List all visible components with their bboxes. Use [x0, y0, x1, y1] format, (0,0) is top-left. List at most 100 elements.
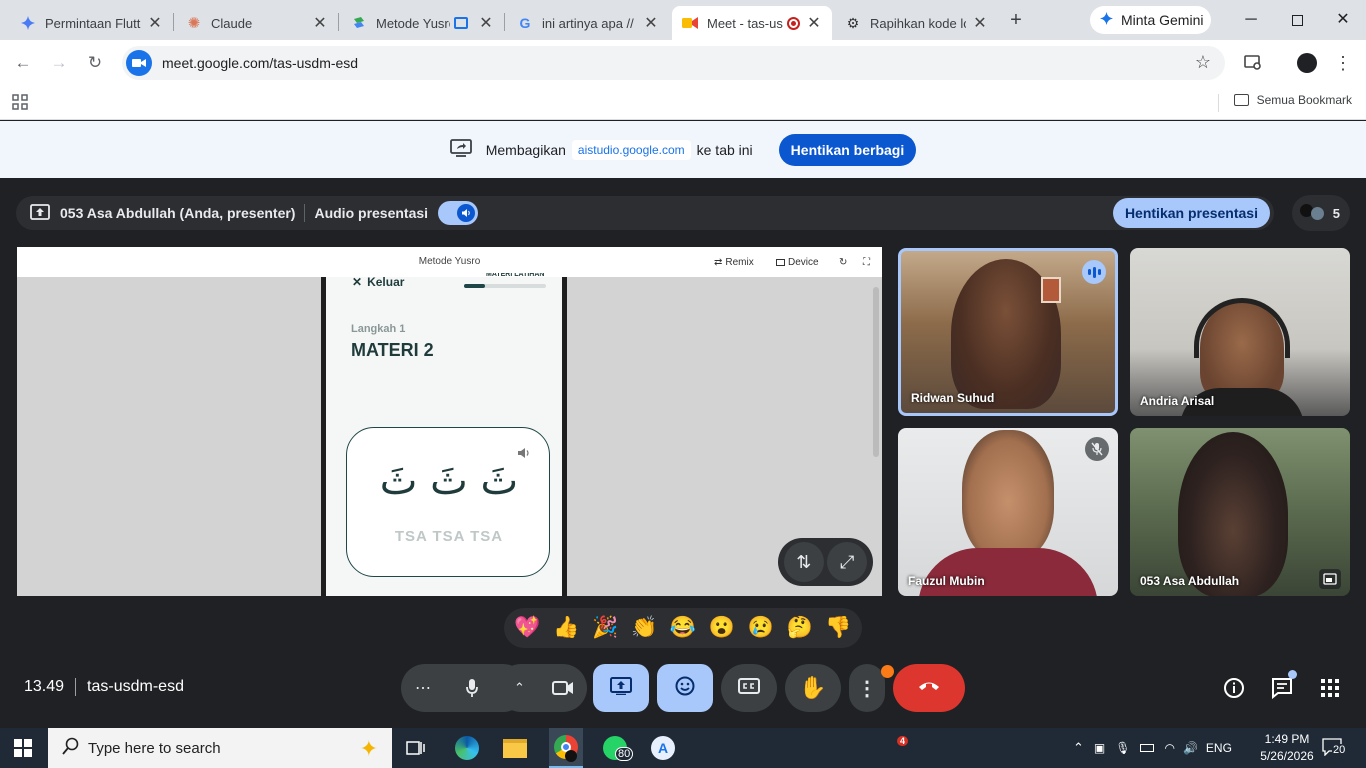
restore-icon[interactable]: [1285, 8, 1309, 32]
close-icon[interactable]: ✕: [147, 13, 163, 33]
leave-call-button[interactable]: [893, 664, 965, 712]
stop-presenting-button[interactable]: Hentikan presentasi: [1112, 198, 1270, 228]
activities-icon[interactable]: [1318, 676, 1342, 700]
reaction-thinking[interactable]: 🤔: [786, 616, 812, 640]
clock[interactable]: 1:49 PM 5/26/2026: [1257, 731, 1317, 765]
device-button[interactable]: Device: [771, 253, 824, 271]
close-icon[interactable]: ✕: [806, 13, 822, 33]
participant-video: [1178, 432, 1288, 596]
swap-layout-button[interactable]: ⇅: [783, 542, 824, 582]
scrollbar[interactable]: [873, 287, 879, 457]
participant-name: Andria Arisal: [1140, 394, 1215, 408]
screen-share-icon: [449, 139, 472, 160]
participants-button[interactable]: 5: [1292, 195, 1350, 231]
chat-icon[interactable]: [1270, 670, 1297, 700]
windows-start-icon[interactable]: [14, 739, 32, 762]
raise-hand-button[interactable]: ✋: [785, 664, 841, 712]
reactions-bar: 💖 👍 🎉 👏 😂 😮 😢 🤔 👎: [504, 608, 862, 648]
back-icon[interactable]: ←: [12, 52, 34, 74]
new-tab-button[interactable]: +: [1005, 9, 1027, 31]
tab-metode-yusro[interactable]: Metode Yusro ✕: [341, 6, 504, 40]
remix-button[interactable]: ⇄ Remix: [709, 253, 759, 271]
chatgpt-icon: ⚙: [846, 14, 860, 31]
reaction-sad[interactable]: 😢: [748, 616, 774, 640]
apps-grid-icon[interactable]: [12, 94, 28, 115]
bookmarks-bar: Semua Bookmark: [0, 86, 1366, 120]
bookmark-star-icon[interactable]: ☆: [1195, 52, 1211, 73]
search-highlight-icon: ✦: [359, 736, 378, 761]
close-icon[interactable]: ✕: [478, 13, 494, 33]
close-icon[interactable]: ✕: [643, 13, 659, 33]
file-explorer-icon[interactable]: [499, 732, 531, 764]
audio-presentation-toggle[interactable]: [438, 201, 479, 225]
remix-label: Remix: [725, 256, 754, 268]
tab-search-icon[interactable]: [1243, 53, 1263, 73]
participant-tile[interactable]: Ridwan Suhud: [898, 248, 1118, 416]
app-store-icon[interactable]: A: [647, 732, 679, 764]
audio-options-icon[interactable]: ⋯: [415, 678, 432, 698]
wifi-icon[interactable]: ◠: [1164, 741, 1174, 755]
minimize-icon[interactable]: ─: [1239, 8, 1263, 32]
reaction-heart[interactable]: 💖: [514, 616, 540, 640]
present-screen-button[interactable]: [593, 664, 649, 712]
action-center-button[interactable]: 20: [1322, 738, 1348, 758]
remix-icon: ⇄: [714, 256, 723, 268]
tab-title: Metode Yusro: [376, 15, 450, 31]
more-options-button[interactable]: ⋮: [849, 664, 885, 712]
reaction-thumbs-up[interactable]: 👍: [553, 616, 579, 640]
expand-button[interactable]: ⤢: [827, 542, 868, 582]
tab-claude[interactable]: ✺ Claude ✕: [176, 6, 338, 40]
fullscreen-icon[interactable]: ⛶: [858, 253, 875, 271]
meet-tray-icon[interactable]: ▣: [1094, 741, 1105, 755]
whatsapp-icon[interactable]: 80: [599, 732, 634, 764]
reaction-laugh[interactable]: 😂: [670, 616, 696, 640]
reactions-button[interactable]: [657, 664, 713, 712]
show-hidden-icons[interactable]: ⌃: [1073, 740, 1084, 756]
participant-name: Ridwan Suhud: [911, 391, 995, 405]
letter-card[interactable]: ثَ ثَ ثَ TSA TSA TSA: [346, 427, 550, 577]
exit-button[interactable]: ✕ Keluar: [352, 275, 404, 289]
meeting-details-icon[interactable]: [1222, 676, 1246, 700]
tab-ini-artinya-apa[interactable]: G ini artinya apa // f ✕: [507, 6, 669, 40]
task-view-icon[interactable]: [400, 732, 432, 764]
reaction-party[interactable]: 🎉: [592, 616, 618, 640]
tab-meet[interactable]: Meet - tas-usd ✕: [672, 6, 832, 40]
participant-tile[interactable]: 053 Asa Abdullah: [1130, 428, 1350, 596]
site-info-icon[interactable]: [126, 50, 152, 76]
reaction-clap[interactable]: 👏: [631, 616, 657, 640]
participant-tile[interactable]: Andria Arisal: [1130, 248, 1350, 416]
menu-kebab-icon[interactable]: ⋮: [1333, 53, 1353, 73]
chrome-icon[interactable]: [549, 728, 583, 768]
taskbar-search[interactable]: Type here to search ✦: [48, 728, 392, 768]
tab-rapihkan-kode[interactable]: ⚙ Rapihkan kode lo ✕: [835, 6, 998, 40]
microphone-button[interactable]: [450, 666, 494, 710]
participant-tile[interactable]: Fauzul Mubin: [898, 428, 1118, 596]
window-close-icon[interactable]: ✕: [1331, 8, 1355, 32]
reaction-surprised[interactable]: 😮: [709, 616, 735, 640]
video-options-icon[interactable]: ⌃: [514, 680, 525, 696]
shirt: [918, 548, 1098, 596]
all-bookmarks-button[interactable]: Semua Bookmark: [1233, 93, 1352, 107]
picture-in-picture-icon[interactable]: [1319, 569, 1341, 589]
recording-icon: [787, 16, 800, 30]
edge-icon[interactable]: [451, 732, 483, 764]
camera-button[interactable]: [543, 666, 583, 710]
shared-site-chip: aistudio.google.com: [571, 139, 691, 160]
address-bar[interactable]: meet.google.com/tas-usdm-esd ☆: [122, 46, 1225, 80]
language-indicator[interactable]: ENG: [1206, 741, 1232, 755]
captions-button[interactable]: [721, 664, 777, 712]
profile-avatar[interactable]: [1297, 53, 1317, 73]
refresh-icon[interactable]: ↻: [834, 253, 852, 271]
close-icon[interactable]: ✕: [312, 13, 328, 33]
ask-gemini-button[interactable]: Minta Gemini: [1090, 6, 1211, 34]
participant-video: [962, 430, 1054, 560]
volume-icon[interactable]: 🔊: [1183, 741, 1198, 755]
close-icon[interactable]: ✕: [972, 13, 988, 33]
tab-permintaan-flutter[interactable]: Permintaan Flutte ✕: [10, 6, 173, 40]
reload-icon[interactable]: ↻: [84, 52, 106, 74]
expand-icon: ⤢: [840, 551, 855, 572]
stop-sharing-button[interactable]: Hentikan berbagi: [778, 133, 917, 166]
mic-tray-icon[interactable]: 🎙: [1115, 741, 1130, 755]
forward-icon[interactable]: →: [48, 52, 70, 74]
reaction-thumbs-down[interactable]: 👎: [825, 616, 851, 640]
